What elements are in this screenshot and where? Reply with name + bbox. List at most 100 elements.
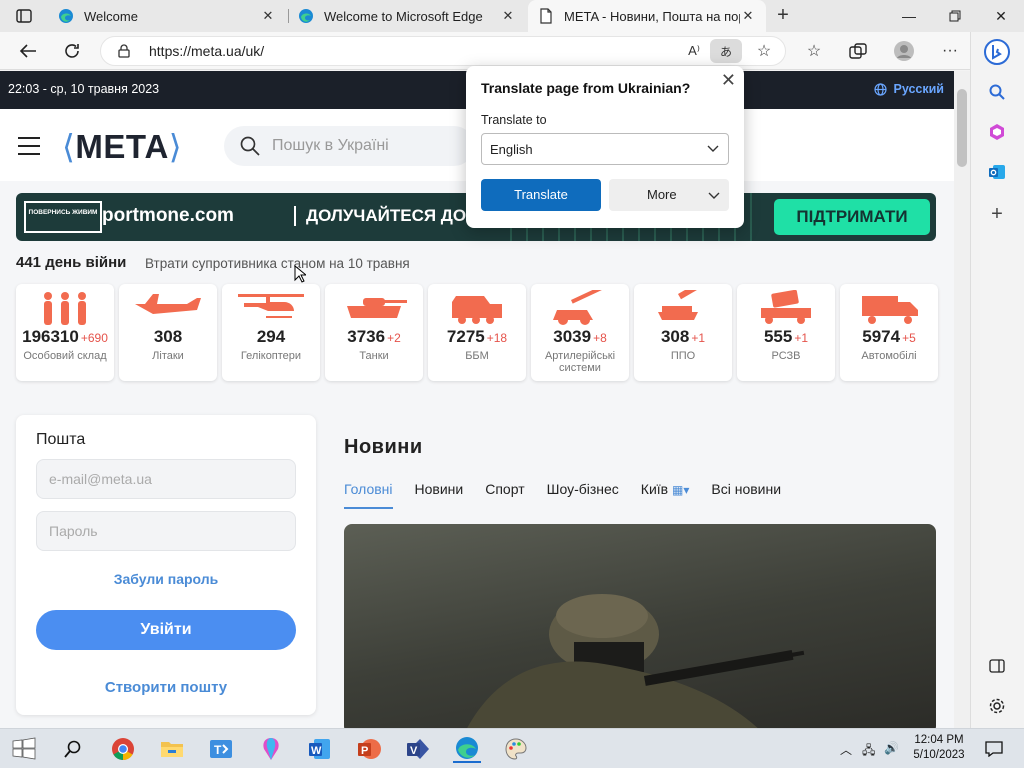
loss-stat-card: 3039 +8 Артилерійські системи [531, 284, 629, 381]
refresh-icon [65, 44, 79, 58]
start-button[interactable] [10, 735, 38, 763]
chrome-icon [112, 738, 134, 760]
add-sidebar-app-button[interactable]: + [983, 200, 1011, 228]
collections-icon [849, 43, 867, 59]
search-sidebar-button[interactable] [983, 78, 1011, 106]
loss-value: 3736 +2 [325, 327, 423, 347]
taskbar-visio[interactable]: V [404, 735, 432, 763]
loss-total: 196310 [22, 327, 79, 346]
close-window-button[interactable]: ✕ [978, 0, 1024, 32]
news-tab-showbiz[interactable]: Шоу-бізнес [547, 481, 619, 509]
email-placeholder: e-mail@meta.ua [49, 471, 152, 487]
profile-button[interactable] [890, 37, 918, 65]
search-icon [989, 84, 1005, 100]
translate-confirm-button[interactable]: Translate [481, 179, 601, 211]
loss-delta: +1 [691, 331, 706, 345]
taskbar-paint[interactable] [502, 735, 530, 763]
news-tab-all[interactable]: Всі новини [711, 481, 781, 509]
language-switch[interactable]: Русский [874, 82, 944, 96]
tab-meta[interactable]: META - Новини, Пошта на порт ✕ [528, 0, 766, 32]
taskbar-edge[interactable] [453, 735, 481, 763]
visio-icon: V [407, 739, 429, 759]
news-tabs: Головні Новини Спорт Шоу-бізнес Київ ▦▾ … [344, 481, 781, 509]
support-button[interactable]: ПІДТРИМАТИ [774, 199, 930, 235]
refresh-button[interactable] [58, 37, 86, 65]
news-lead-image[interactable] [344, 524, 936, 728]
news-tab-sport[interactable]: Спорт [485, 481, 524, 509]
volume-icon[interactable]: 🔊 [884, 741, 899, 755]
system-clock[interactable]: 12:04 PM 5/10/2023 [908, 733, 970, 763]
taskbar-powerpoint[interactable]: P [355, 735, 383, 763]
restore-button[interactable] [932, 0, 978, 32]
bing-chat-button[interactable] [983, 38, 1011, 66]
new-tab-button[interactable]: + [770, 4, 796, 28]
more-options-button[interactable]: More [609, 179, 729, 211]
taskbar-paint3d[interactable] [257, 735, 285, 763]
office-button[interactable] [983, 118, 1011, 146]
translate-button[interactable]: あ [710, 39, 742, 63]
loss-delta: +2 [387, 331, 401, 345]
show-hidden-icons-button[interactable]: ︿ [840, 741, 852, 758]
login-button[interactable]: Увійти [36, 610, 296, 650]
menu-icon[interactable] [18, 137, 40, 155]
taskbar-chrome[interactable] [109, 735, 137, 763]
taskbar-file-explorer[interactable] [158, 735, 186, 763]
loss-stat-card: 196310 +690 Особовий склад [16, 284, 114, 381]
palette-icon [505, 738, 527, 760]
news-tab-main[interactable]: Головні [344, 481, 393, 509]
translate-popup: Translate page from Ukrainian? ✕ Transla… [466, 66, 744, 228]
loss-stat-card: 7275 +18 ББМ [428, 284, 526, 381]
loss-category-icon [658, 290, 706, 320]
create-mail-link[interactable]: Створити пошту [16, 679, 316, 696]
close-tab-icon[interactable]: ✕ [500, 8, 516, 24]
scrollbar-thumb[interactable] [957, 89, 967, 167]
settings-more-button[interactable]: ··· [936, 37, 964, 65]
target-language-select[interactable]: English [481, 133, 729, 165]
loss-label: Автомобілі [861, 350, 917, 362]
password-field[interactable]: Пароль [36, 511, 296, 551]
loss-total: 308 [153, 327, 183, 346]
bing-icon [984, 39, 1010, 65]
minimize-button[interactable]: — [886, 0, 932, 32]
outlook-button[interactable] [983, 158, 1011, 186]
page-scrollbar[interactable] [954, 71, 970, 728]
loss-label: Гелікоптери [240, 350, 302, 362]
taskbar-search-button[interactable] [59, 735, 87, 763]
email-field[interactable]: e-mail@meta.ua [36, 459, 296, 499]
close-popup-icon[interactable]: ✕ [721, 70, 736, 91]
loss-value: 196310 +690 [16, 327, 114, 347]
windows-icon [12, 737, 36, 760]
paint-icon [263, 738, 279, 760]
address-toolbar: https://meta.ua/uk/ A⁾ あ ☆ ☆ ··· [0, 32, 1024, 70]
tab-title: Welcome [84, 8, 138, 24]
site-logo[interactable]: ⟨МЕТА⟩ [62, 127, 182, 166]
taskbar-word[interactable]: W [306, 735, 334, 763]
collections-button[interactable] [844, 37, 872, 65]
loss-category-icon [44, 292, 86, 325]
forgot-password-link[interactable]: Забули пароль [16, 571, 316, 587]
date-time: 22:03 - ср, 10 травня 2023 [8, 82, 160, 96]
notifications-button[interactable] [980, 735, 1008, 763]
tab-actions-button[interactable] [8, 4, 40, 28]
favorite-add-button[interactable]: ☆ [750, 37, 778, 65]
tab-edge-welcome[interactable]: Welcome to Microsoft Edge ✕ [288, 0, 526, 32]
tab-welcome[interactable]: Welcome ✕ [48, 0, 286, 32]
read-aloud-button[interactable]: A⁾ [680, 37, 708, 65]
network-icon[interactable]: 🖧 [862, 741, 875, 762]
loss-label: РСЗВ [771, 350, 801, 362]
news-tab-city[interactable]: Київ ▦▾ [641, 481, 690, 509]
news-tab-news[interactable]: Новини [415, 481, 464, 509]
mail-login-card: Пошта e-mail@meta.ua Пароль Забули парол… [16, 415, 316, 715]
loss-stat-card: 308 Літаки [119, 284, 217, 381]
loss-label: Літаки [152, 350, 184, 362]
favorites-button[interactable]: ☆ [800, 37, 828, 65]
taskbar-remote-desktop[interactable]: T [207, 735, 235, 763]
back-arrow-icon [19, 44, 36, 58]
site-search-input[interactable]: Пошук в Україні [224, 126, 474, 166]
back-button[interactable] [14, 37, 42, 65]
losses-caption: Втрати супротивника станом на 10 травня [145, 256, 410, 271]
close-tab-icon[interactable]: ✕ [740, 8, 756, 24]
sidebar-settings-button[interactable] [983, 692, 1011, 720]
close-tab-icon[interactable]: ✕ [260, 8, 276, 24]
hide-sidebar-button[interactable] [983, 652, 1011, 680]
